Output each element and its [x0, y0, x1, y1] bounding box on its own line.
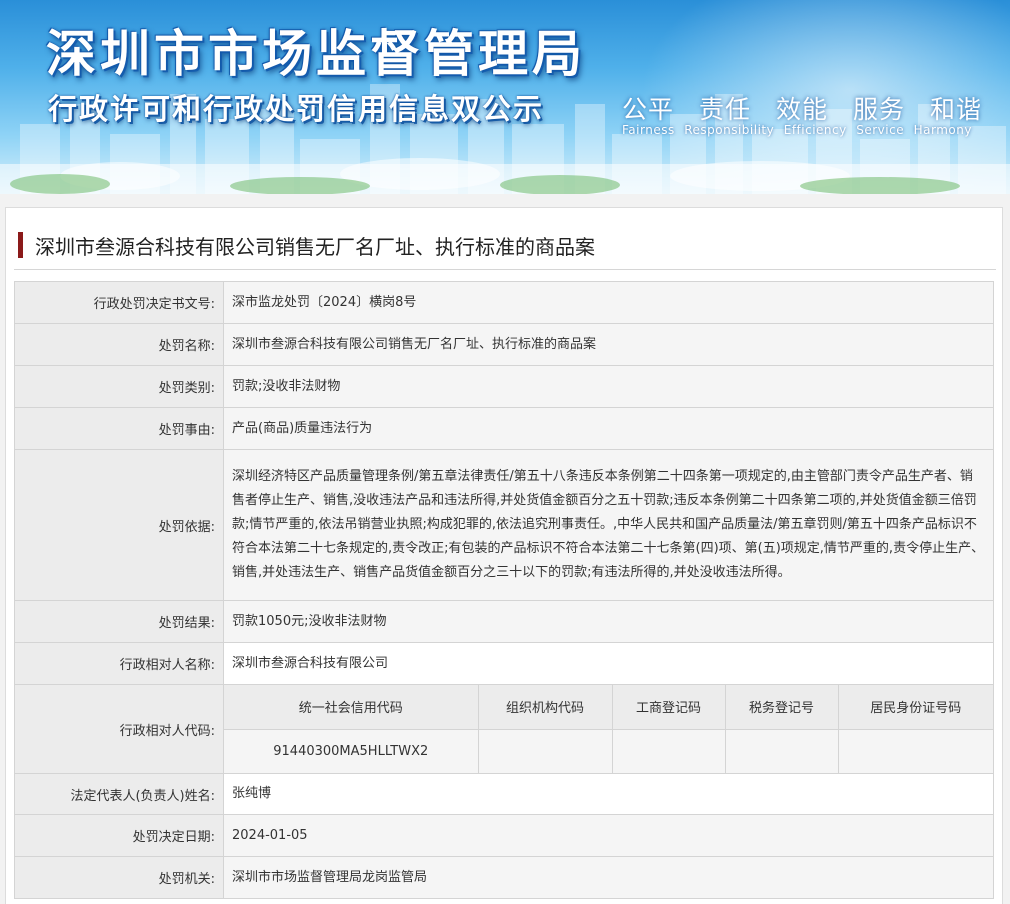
- code-header: 税务登记号: [724, 685, 839, 730]
- code-header-row: 统一社会信用代码 组织机构代码 工商登记码 税务登记号 居民身份证号码: [224, 685, 993, 730]
- table-row: 处罚依据: 深圳经济特区产品质量管理条例/第五章法律责任/第五十八条违反本条例第…: [14, 449, 994, 601]
- table-row: 处罚机关: 深圳市市场监督管理局龙岗监管局: [14, 856, 994, 899]
- org-code-value: [477, 728, 613, 773]
- table-row: 处罚结果: 罚款1050元;没收非法财物: [14, 600, 994, 643]
- case-title-text: 深圳市叁源合科技有限公司销售无厂名厂址、执行标准的商品案: [35, 234, 595, 259]
- motto-word: 公平: [622, 95, 675, 124]
- case-info-table: 行政处罚决定书文号: 深市监龙处罚〔2024〕横岗8号 处罚名称: 深圳市叁源合…: [14, 281, 994, 899]
- penalty-result: 罚款1050元;没收非法财物: [223, 600, 994, 643]
- decision-date: 2024-01-05: [223, 814, 994, 857]
- motto-word: 责任: [698, 95, 751, 124]
- table-row: 处罚名称: 深圳市叁源合科技有限公司销售无厂名厂址、执行标准的商品案: [14, 323, 994, 366]
- field-label: 行政相对人名称:: [14, 642, 224, 685]
- field-label: 处罚类别:: [14, 365, 224, 408]
- title-accent-bar: [18, 232, 23, 258]
- code-header: 工商登记码: [611, 685, 726, 730]
- bureau-title: 深圳市市场监督管理局: [46, 25, 586, 83]
- motto-word: 和谐: [929, 95, 982, 124]
- field-label: 处罚决定日期:: [14, 814, 224, 857]
- motto-word-en: Responsibility: [684, 123, 775, 137]
- business-reg-value: [611, 728, 726, 773]
- motto-word-en: Service: [856, 123, 905, 137]
- motto-word: 服务: [852, 95, 905, 124]
- field-label: 处罚名称:: [14, 323, 224, 366]
- divider: [14, 269, 996, 270]
- id-card-value: [837, 728, 993, 773]
- counterparty-code-cell: 统一社会信用代码 组织机构代码 工商登记码 税务登记号 居民身份证号码 9144…: [223, 684, 994, 774]
- motto-word-en: Fairness: [622, 123, 675, 137]
- legal-representative: 张纯博: [223, 773, 994, 815]
- penalty-type: 罚款;没收非法财物: [223, 365, 994, 408]
- code-value-row: 91440300MA5HLLTWX2: [224, 728, 993, 773]
- field-label: 行政处罚决定书文号:: [14, 281, 224, 324]
- case-detail-panel: 深圳市叁源合科技有限公司销售无厂名厂址、执行标准的商品案 行政处罚决定书文号: …: [5, 207, 1003, 904]
- case-title: 深圳市叁源合科技有限公司销售无厂名厂址、执行标准的商品案: [18, 231, 595, 259]
- penalty-reason: 产品(商品)质量违法行为: [223, 407, 994, 450]
- decision-number: 深市监龙处罚〔2024〕横岗8号: [223, 281, 994, 324]
- counterparty-code-table: 统一社会信用代码 组织机构代码 工商登记码 税务登记号 居民身份证号码 9144…: [224, 685, 993, 773]
- motto-cn: 公平 责任 效能 服务 和谐: [622, 90, 982, 126]
- field-label: 法定代表人(负责人)姓名:: [14, 773, 224, 815]
- counterparty-name: 深圳市叁源合科技有限公司: [223, 642, 994, 685]
- field-label: 处罚机关:: [14, 856, 224, 899]
- tax-reg-value: [724, 728, 839, 773]
- motto-en: Fairness Responsibility Efficiency Servi…: [622, 123, 972, 137]
- motto-word: 效能: [775, 95, 828, 124]
- field-label: 行政相对人代码:: [14, 684, 224, 774]
- bureau-subtitle: 行政许可和行政处罚信用信息双公示: [48, 92, 545, 126]
- penalty-authority: 深圳市市场监督管理局龙岗监管局: [223, 856, 994, 899]
- field-label: 处罚事由:: [14, 407, 224, 450]
- field-label: 处罚结果:: [14, 600, 224, 643]
- table-row: 行政处罚决定书文号: 深市监龙处罚〔2024〕横岗8号: [14, 281, 994, 324]
- table-row: 行政相对人代码: 统一社会信用代码 组织机构代码 工商登记码 税务登记号 居民身…: [14, 684, 994, 774]
- penalty-name: 深圳市叁源合科技有限公司销售无厂名厂址、执行标准的商品案: [223, 323, 994, 366]
- table-row: 处罚类别: 罚款;没收非法财物: [14, 365, 994, 408]
- penalty-basis: 深圳经济特区产品质量管理条例/第五章法律责任/第五十八条违反本条例第二十四条第一…: [223, 449, 994, 601]
- table-row: 处罚决定日期: 2024-01-05: [14, 814, 994, 857]
- motto-word-en: Efficiency: [783, 123, 847, 137]
- motto-word-en: Harmony: [913, 123, 972, 137]
- credit-code-value: 91440300MA5HLLTWX2: [224, 728, 479, 773]
- code-header: 统一社会信用代码: [224, 685, 479, 730]
- code-header: 组织机构代码: [477, 685, 613, 730]
- table-row: 法定代表人(负责人)姓名: 张纯博: [14, 773, 994, 815]
- field-label: 处罚依据:: [14, 449, 224, 601]
- code-header: 居民身份证号码: [837, 685, 993, 730]
- header-banner: 深圳市市场监督管理局 行政许可和行政处罚信用信息双公示 公平 责任 效能 服务 …: [0, 0, 1010, 194]
- table-row: 行政相对人名称: 深圳市叁源合科技有限公司: [14, 642, 994, 685]
- table-row: 处罚事由: 产品(商品)质量违法行为: [14, 407, 994, 450]
